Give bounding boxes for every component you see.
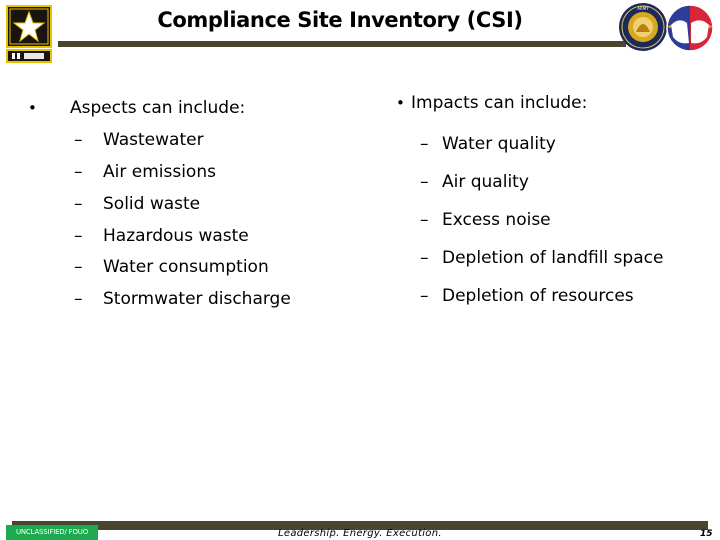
list-item-text: Excess noise [442, 210, 551, 230]
list-item: – Wastewater [74, 130, 204, 150]
dash-icon: – [74, 194, 83, 214]
list-item: – Air emissions [74, 162, 216, 182]
dash-icon: – [74, 257, 83, 277]
dash-icon: – [420, 286, 429, 306]
army-star-logo [6, 5, 52, 63]
list-item-text: Air quality [442, 172, 529, 192]
list-item-text: Depletion of landfill space [442, 248, 664, 268]
dash-icon: – [420, 210, 429, 230]
list-item: – Water consumption [74, 257, 269, 277]
dash-icon: – [420, 134, 429, 154]
impacts-heading-item: • Impacts can include: [396, 93, 587, 113]
dash-icon: – [74, 226, 83, 246]
list-item-text: Stormwater discharge [103, 289, 291, 309]
page-number: 15 [700, 529, 713, 539]
list-item: – Excess noise [420, 210, 551, 230]
aspects-heading: Aspects can include: [70, 98, 246, 118]
list-item-text: Hazardous waste [103, 226, 249, 246]
dash-icon: – [74, 289, 83, 309]
bullet-icon: • [28, 99, 37, 117]
header-divider-bar [58, 41, 626, 47]
svg-text:ARMY: ARMY [637, 6, 649, 11]
impacts-heading: Impacts can include: [411, 93, 588, 113]
slide-title: Compliance Site Inventory (CSI) [157, 8, 523, 32]
dash-icon: – [420, 172, 429, 192]
list-item-text: Depletion of resources [442, 286, 634, 306]
list-item-text: Water consumption [103, 257, 269, 277]
list-item: – Depletion of resources [420, 286, 634, 306]
list-item: – Water quality [420, 134, 556, 154]
list-item-text: Air emissions [103, 162, 216, 182]
bullet-icon: • [396, 94, 405, 112]
dash-icon: – [74, 162, 83, 182]
list-item: – Hazardous waste [74, 226, 249, 246]
dash-icon: – [420, 248, 429, 268]
list-item: – Depletion of landfill space [420, 248, 663, 268]
army-seal-logo: ARMY [618, 2, 668, 52]
list-item: – Solid waste [74, 194, 200, 214]
list-item-text: Wastewater [103, 130, 204, 150]
eagle-icon [666, 4, 714, 52]
classification-badge: UNCLASSIFIED/ FOUO [6, 525, 98, 540]
list-item-text: Solid waste [103, 194, 201, 214]
seal-icon: ARMY [619, 3, 667, 51]
eagle-patch-logo [665, 3, 715, 53]
list-item: – Stormwater discharge [74, 289, 291, 309]
footer-motto: Leadership. Energy. Execution. [278, 528, 442, 539]
list-item: – Air quality [420, 172, 529, 192]
list-item-text: Water quality [442, 134, 556, 154]
dash-icon: – [74, 130, 83, 150]
star-icon [6, 5, 52, 63]
aspects-heading-item: • Aspects can include: [28, 98, 245, 118]
